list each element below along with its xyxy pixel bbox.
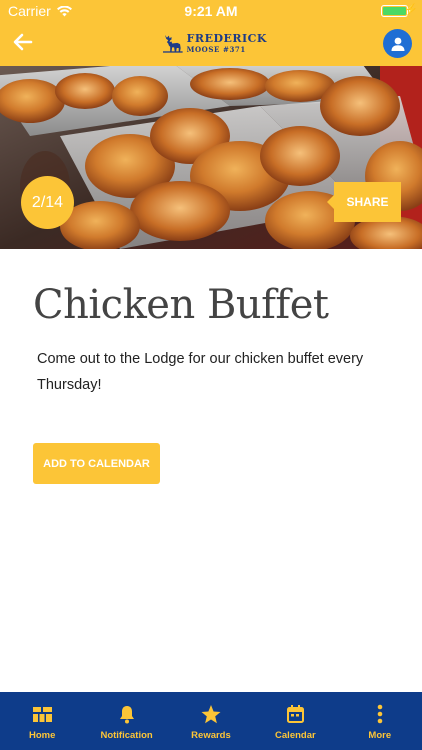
tab-label: Calendar xyxy=(275,730,316,741)
calendar-icon xyxy=(284,703,306,725)
tab-calendar[interactable]: Calendar xyxy=(253,692,337,750)
status-time: 9:21 AM xyxy=(184,3,238,19)
star-icon xyxy=(200,703,222,725)
event-title: Chicken Buffet xyxy=(33,282,329,328)
add-to-calendar-button[interactable]: ADD TO CALENDAR xyxy=(33,443,160,484)
tab-label: More xyxy=(368,730,392,741)
charging-icon: ⚡ xyxy=(404,4,418,16)
tab-label: Home xyxy=(28,730,56,741)
tab-label: Rewards xyxy=(191,730,231,741)
status-bar: Carrier 9:21 AM ⚡ xyxy=(0,0,422,22)
more-vertical-icon xyxy=(369,703,391,725)
image-counter-badge: 2/14 xyxy=(21,176,74,229)
tab-home[interactable]: Home xyxy=(0,692,84,750)
logo-subtitle: MOOSE #371 xyxy=(186,44,246,54)
tab-more[interactable]: More xyxy=(338,692,422,750)
event-description: Come out to the Lodge for our chicken bu… xyxy=(37,351,364,393)
user-icon xyxy=(391,37,404,51)
tab-notification[interactable]: Notification xyxy=(84,692,168,750)
header-bar: Carrier 9:21 AM ⚡ FREDERICK MOOSE #371 xyxy=(0,0,422,66)
tab-label: Notification xyxy=(100,730,153,741)
back-button[interactable] xyxy=(10,29,36,55)
tab-rewards[interactable]: Rewards xyxy=(169,692,253,750)
logo-title: FREDERICK xyxy=(186,31,267,45)
bell-icon xyxy=(116,703,138,725)
profile-button[interactable] xyxy=(383,29,412,58)
share-button[interactable]: SHARE xyxy=(327,182,401,222)
moose-icon xyxy=(163,34,183,53)
arrow-left-icon xyxy=(13,33,33,51)
lodge-logo: FREDERICK MOOSE #371 xyxy=(163,27,267,58)
grid-icon xyxy=(31,703,53,725)
bottom-tab-bar: Home Notification Rewards Calendar More xyxy=(0,692,422,750)
